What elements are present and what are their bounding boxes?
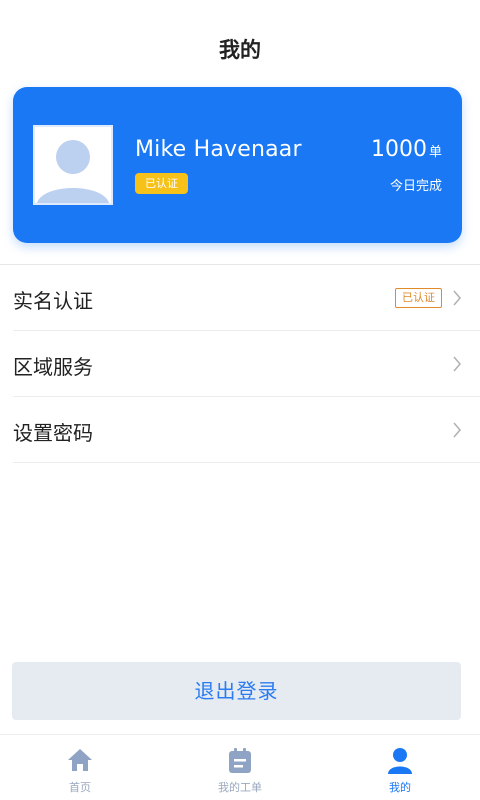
today-count-value: 1000	[370, 137, 427, 162]
tab-label: 我的工单	[218, 781, 262, 794]
today-count-unit: 单	[428, 145, 442, 160]
tab-work-orders[interactable]: 我的工单	[160, 735, 320, 800]
tab-home[interactable]: 首页	[0, 735, 160, 800]
tab-label: 首页	[69, 781, 91, 794]
tab-mine[interactable]: 我的	[320, 735, 480, 800]
work-order-icon	[229, 748, 251, 773]
menu-item-label: 实名认证	[13, 289, 93, 313]
user-name: Mike Havenaar	[135, 137, 302, 162]
menu-item-set-password[interactable]: 设置密码	[13, 397, 480, 463]
menu-item-area-service[interactable]: 区域服务	[13, 331, 480, 397]
verified-tag: 已认证	[395, 288, 442, 308]
chevron-right-icon	[453, 356, 461, 372]
chevron-right-icon	[453, 422, 461, 438]
user-icon	[388, 748, 412, 774]
tab-label: 我的	[389, 781, 411, 794]
tab-bar: 首页 我的工单 我的	[0, 734, 480, 800]
menu-item-label: 区域服务	[13, 355, 93, 379]
menu-item-label: 设置密码	[13, 421, 93, 445]
verified-badge: 已认证	[135, 173, 188, 194]
menu-item-real-name-auth[interactable]: 实名认证 已认证	[13, 265, 480, 331]
header: 我的	[0, 0, 480, 90]
today-count: 1000 单	[371, 137, 442, 162]
chevron-right-icon	[453, 290, 461, 306]
logout-button[interactable]: 退出登录	[12, 662, 461, 720]
profile-card[interactable]: Mike Havenaar 已认证 1000 单 今日完成	[13, 87, 462, 243]
avatar[interactable]	[33, 125, 113, 205]
page-title: 我的	[219, 38, 261, 62]
today-count-label: 今日完成	[389, 179, 442, 194]
menu-list: 实名认证 已认证 区域服务 设置密码	[0, 265, 480, 463]
home-icon	[68, 749, 92, 771]
avatar-placeholder-icon	[35, 127, 111, 203]
